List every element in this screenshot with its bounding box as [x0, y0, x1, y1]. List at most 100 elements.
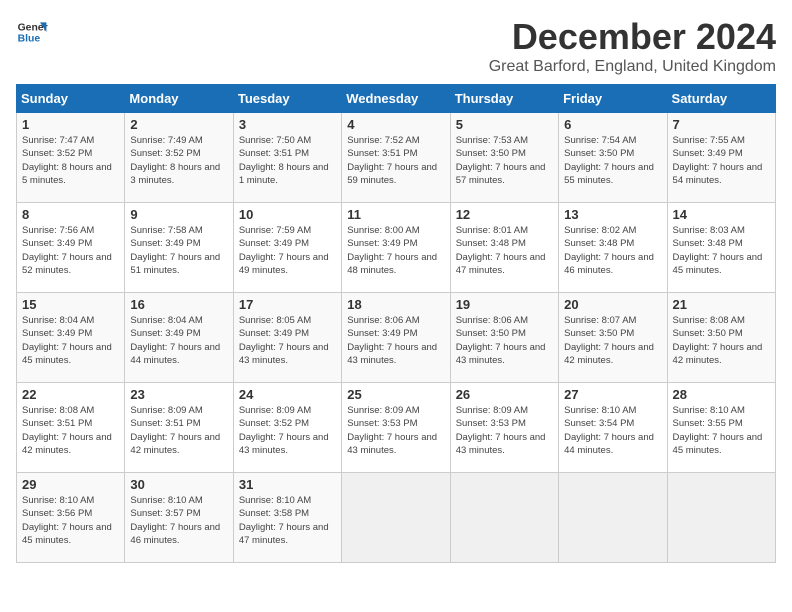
calendar-cell: 17 Sunrise: 8:05 AMSunset: 3:49 PMDayligh…: [233, 293, 341, 383]
calendar-cell: 21 Sunrise: 8:08 AMSunset: 3:50 PMDayligh…: [667, 293, 775, 383]
day-info: Sunrise: 8:06 AMSunset: 3:49 PMDaylight:…: [347, 314, 444, 367]
header-cell-thursday: Thursday: [450, 85, 558, 113]
day-number: 24: [239, 387, 336, 402]
header-cell-saturday: Saturday: [667, 85, 775, 113]
calendar-cell: 11 Sunrise: 8:00 AMSunset: 3:49 PMDayligh…: [342, 203, 450, 293]
day-info: Sunrise: 8:07 AMSunset: 3:50 PMDaylight:…: [564, 314, 661, 367]
day-info: Sunrise: 8:02 AMSunset: 3:48 PMDaylight:…: [564, 224, 661, 277]
calendar-table: SundayMondayTuesdayWednesdayThursdayFrid…: [16, 84, 776, 563]
calendar-cell: [667, 473, 775, 563]
calendar-cell: 30Sunrise: 8:10 AMSunset: 3:57 PMDayligh…: [125, 473, 233, 563]
day-number: 9: [130, 207, 227, 222]
day-info: Sunrise: 8:10 AMSunset: 3:58 PMDaylight:…: [239, 494, 336, 547]
day-info: Sunrise: 8:08 AMSunset: 3:50 PMDaylight:…: [673, 314, 770, 367]
day-info: Sunrise: 8:04 AMSunset: 3:49 PMDaylight:…: [22, 314, 119, 367]
day-info: Sunrise: 7:52 AMSunset: 3:51 PMDaylight:…: [347, 134, 444, 187]
day-info: Sunrise: 7:54 AMSunset: 3:50 PMDaylight:…: [564, 134, 661, 187]
calendar-cell: 9Sunrise: 7:58 AMSunset: 3:49 PMDaylight…: [125, 203, 233, 293]
day-info: Sunrise: 7:59 AMSunset: 3:49 PMDaylight:…: [239, 224, 336, 277]
calendar-week-row: 8 Sunrise: 7:56 AMSunset: 3:49 PMDaylight…: [17, 203, 776, 293]
day-number: 30: [130, 477, 227, 492]
header-cell-sunday: Sunday: [17, 85, 125, 113]
calendar-cell: 24 Sunrise: 8:09 AMSunset: 3:52 PMDayligh…: [233, 383, 341, 473]
day-number: 20: [564, 297, 661, 312]
calendar-cell: 26Sunrise: 8:09 AMSunset: 3:53 PMDayligh…: [450, 383, 558, 473]
day-info: Sunrise: 7:56 AMSunset: 3:49 PMDaylight:…: [22, 224, 119, 277]
calendar-cell: 4Sunrise: 7:52 AMSunset: 3:51 PMDaylight…: [342, 113, 450, 203]
calendar-title: December 2024: [489, 16, 776, 58]
day-number: 31: [239, 477, 336, 492]
day-number: 8: [22, 207, 119, 222]
day-info: Sunrise: 8:10 AMSunset: 3:56 PMDaylight:…: [22, 494, 119, 547]
calendar-cell: 8 Sunrise: 7:56 AMSunset: 3:49 PMDaylight…: [17, 203, 125, 293]
day-number: 11: [347, 207, 444, 222]
day-info: Sunrise: 7:49 AMSunset: 3:52 PMDaylight:…: [130, 134, 227, 187]
calendar-cell: 6 Sunrise: 7:54 AMSunset: 3:50 PMDaylight…: [559, 113, 667, 203]
day-number: 28: [673, 387, 770, 402]
day-number: 29: [22, 477, 119, 492]
day-info: Sunrise: 8:09 AMSunset: 3:53 PMDaylight:…: [347, 404, 444, 457]
day-number: 7: [673, 117, 770, 132]
logo: General Blue: [16, 16, 48, 48]
calendar-cell: 23 Sunrise: 8:09 AMSunset: 3:51 PMDayligh…: [125, 383, 233, 473]
calendar-cell: 16 Sunrise: 8:04 AMSunset: 3:49 PMDayligh…: [125, 293, 233, 383]
calendar-cell: 7 Sunrise: 7:55 AMSunset: 3:49 PMDaylight…: [667, 113, 775, 203]
calendar-cell: 14 Sunrise: 8:03 AMSunset: 3:48 PMDayligh…: [667, 203, 775, 293]
day-number: 6: [564, 117, 661, 132]
calendar-week-row: 1Sunrise: 7:47 AMSunset: 3:52 PMDaylight…: [17, 113, 776, 203]
calendar-cell: [450, 473, 558, 563]
day-number: 25: [347, 387, 444, 402]
day-number: 13: [564, 207, 661, 222]
day-number: 3: [239, 117, 336, 132]
day-number: 15: [22, 297, 119, 312]
header: General Blue December 2024 Great Barford…: [16, 16, 776, 76]
day-info: Sunrise: 8:06 AMSunset: 3:50 PMDaylight:…: [456, 314, 553, 367]
day-number: 5: [456, 117, 553, 132]
calendar-header-row: SundayMondayTuesdayWednesdayThursdayFrid…: [17, 85, 776, 113]
day-number: 22: [22, 387, 119, 402]
calendar-cell: 13 Sunrise: 8:02 AMSunset: 3:48 PMDayligh…: [559, 203, 667, 293]
day-number: 16: [130, 297, 227, 312]
day-info: Sunrise: 8:01 AMSunset: 3:48 PMDaylight:…: [456, 224, 553, 277]
day-info: Sunrise: 7:53 AMSunset: 3:50 PMDaylight:…: [456, 134, 553, 187]
day-number: 14: [673, 207, 770, 222]
day-number: 2: [130, 117, 227, 132]
calendar-cell: 3 Sunrise: 7:50 AMSunset: 3:51 PMDaylight…: [233, 113, 341, 203]
svg-text:Blue: Blue: [18, 34, 41, 45]
header-cell-friday: Friday: [559, 85, 667, 113]
calendar-cell: [559, 473, 667, 563]
day-number: 1: [22, 117, 119, 132]
calendar-cell: 15 Sunrise: 8:04 AMSunset: 3:49 PMDayligh…: [17, 293, 125, 383]
header-cell-wednesday: Wednesday: [342, 85, 450, 113]
day-number: 18: [347, 297, 444, 312]
day-info: Sunrise: 8:04 AMSunset: 3:49 PMDaylight:…: [130, 314, 227, 367]
header-cell-monday: Monday: [125, 85, 233, 113]
day-number: 12: [456, 207, 553, 222]
day-info: Sunrise: 8:08 AMSunset: 3:51 PMDaylight:…: [22, 404, 119, 457]
day-info: Sunrise: 8:03 AMSunset: 3:48 PMDaylight:…: [673, 224, 770, 277]
calendar-cell: 22 Sunrise: 8:08 AMSunset: 3:51 PMDayligh…: [17, 383, 125, 473]
calendar-cell: 2 Sunrise: 7:49 AMSunset: 3:52 PMDaylight…: [125, 113, 233, 203]
header-cell-tuesday: Tuesday: [233, 85, 341, 113]
day-info: Sunrise: 7:50 AMSunset: 3:51 PMDaylight:…: [239, 134, 336, 187]
calendar-cell: 1Sunrise: 7:47 AMSunset: 3:52 PMDaylight…: [17, 113, 125, 203]
day-number: 27: [564, 387, 661, 402]
calendar-cell: 27 Sunrise: 8:10 AMSunset: 3:54 PMDayligh…: [559, 383, 667, 473]
title-area: December 2024 Great Barford, England, Un…: [489, 16, 776, 76]
day-number: 17: [239, 297, 336, 312]
calendar-cell: [342, 473, 450, 563]
calendar-cell: 5 Sunrise: 7:53 AMSunset: 3:50 PMDaylight…: [450, 113, 558, 203]
day-number: 23: [130, 387, 227, 402]
day-number: 21: [673, 297, 770, 312]
subtitle: Great Barford, England, United Kingdom: [489, 58, 776, 76]
day-info: Sunrise: 8:09 AMSunset: 3:52 PMDaylight:…: [239, 404, 336, 457]
day-info: Sunrise: 8:09 AMSunset: 3:51 PMDaylight:…: [130, 404, 227, 457]
day-info: Sunrise: 7:55 AMSunset: 3:49 PMDaylight:…: [673, 134, 770, 187]
calendar-cell: 29 Sunrise: 8:10 AMSunset: 3:56 PMDayligh…: [17, 473, 125, 563]
day-number: 19: [456, 297, 553, 312]
calendar-cell: 12 Sunrise: 8:01 AMSunset: 3:48 PMDayligh…: [450, 203, 558, 293]
day-info: Sunrise: 8:10 AMSunset: 3:54 PMDaylight:…: [564, 404, 661, 457]
calendar-week-row: 29 Sunrise: 8:10 AMSunset: 3:56 PMDayligh…: [17, 473, 776, 563]
day-info: Sunrise: 8:00 AMSunset: 3:49 PMDaylight:…: [347, 224, 444, 277]
day-info: Sunrise: 8:05 AMSunset: 3:49 PMDaylight:…: [239, 314, 336, 367]
